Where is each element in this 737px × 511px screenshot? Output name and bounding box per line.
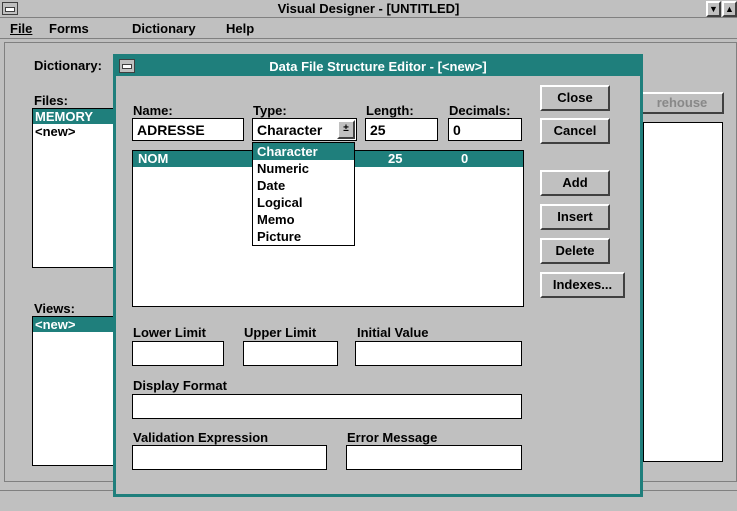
main-title-bar: Visual Designer - [UNTITLED] ▼ ▲ bbox=[0, 0, 737, 18]
upper-limit-label: Upper Limit bbox=[244, 325, 317, 340]
views-label: Views: bbox=[34, 301, 75, 316]
menu-help[interactable]: Help bbox=[226, 21, 254, 36]
initial-value-label: Initial Value bbox=[357, 325, 429, 340]
field-length-cell: 25 bbox=[388, 151, 403, 166]
length-label: Length: bbox=[366, 103, 414, 118]
dictionary-label: Dictionary: bbox=[34, 58, 102, 73]
type-label: Type: bbox=[253, 103, 287, 118]
type-select-value: Character bbox=[257, 122, 323, 138]
files-list-item[interactable]: <new> bbox=[33, 124, 121, 139]
error-message-field[interactable] bbox=[346, 445, 522, 470]
cancel-button[interactable]: Cancel bbox=[540, 118, 610, 144]
validation-expression-label: Validation Expression bbox=[133, 430, 269, 445]
files-label: Files: bbox=[34, 93, 68, 108]
dropdown-option-logical[interactable]: Logical bbox=[253, 194, 354, 211]
display-format-label: Display Format bbox=[133, 378, 227, 393]
lower-limit-label: Lower Limit bbox=[133, 325, 206, 340]
views-list-item[interactable]: <new> bbox=[33, 317, 121, 332]
name-field[interactable]: ADRESSE bbox=[132, 118, 244, 141]
dropdown-arrow-icon: ± bbox=[343, 123, 349, 134]
minimize-icon: ▼ bbox=[709, 4, 718, 14]
dialog-title: Data File Structure Editor - [<new>] bbox=[269, 59, 487, 74]
warehouse-list[interactable] bbox=[643, 122, 723, 462]
error-message-label: Error Message bbox=[347, 430, 438, 445]
views-list[interactable]: <new> bbox=[32, 316, 122, 466]
initial-value-field[interactable] bbox=[355, 341, 522, 366]
length-field[interactable]: 25 bbox=[365, 118, 438, 141]
name-label: Name: bbox=[133, 103, 173, 118]
validation-expression-field[interactable] bbox=[132, 445, 327, 470]
field-name-cell: NOM bbox=[138, 151, 169, 166]
warehouse-button[interactable]: rehouse bbox=[640, 92, 724, 114]
decimals-label: Decimals: bbox=[449, 103, 511, 118]
dropdown-option-numeric[interactable]: Numeric bbox=[253, 160, 354, 177]
add-button[interactable]: Add bbox=[540, 170, 610, 196]
dropdown-option-date[interactable]: Date bbox=[253, 177, 354, 194]
menu-dictionary[interactable]: Dictionary bbox=[132, 21, 196, 36]
dropdown-option-picture[interactable]: Picture bbox=[253, 228, 354, 245]
insert-button[interactable]: Insert bbox=[540, 204, 610, 230]
dropdown-option-character[interactable]: Character bbox=[253, 143, 354, 160]
dialog-title-bar: Data File Structure Editor - [<new>] bbox=[116, 57, 640, 76]
dropdown-option-memo[interactable]: Memo bbox=[253, 211, 354, 228]
decimals-field[interactable]: 0 bbox=[448, 118, 522, 141]
field-decimals-cell: 0 bbox=[461, 151, 469, 166]
close-button[interactable]: Close bbox=[540, 85, 610, 111]
display-format-field[interactable] bbox=[132, 394, 522, 419]
files-list-item[interactable]: MEMORY bbox=[33, 109, 121, 124]
files-list[interactable]: MEMORY <new> bbox=[32, 108, 122, 268]
type-dropdown-list[interactable]: Character Numeric Date Logical Memo Pict… bbox=[252, 142, 355, 246]
minimize-button[interactable]: ▼ bbox=[706, 1, 721, 17]
type-select[interactable]: Character ± bbox=[252, 118, 357, 141]
delete-button[interactable]: Delete bbox=[540, 238, 610, 264]
type-dropdown-button[interactable]: ± bbox=[337, 120, 355, 139]
menu-file[interactable]: File bbox=[10, 21, 32, 36]
maximize-button[interactable]: ▲ bbox=[722, 1, 737, 17]
menu-forms[interactable]: Forms bbox=[49, 21, 89, 36]
menu-bar: File Forms Dictionary Help bbox=[0, 19, 737, 39]
upper-limit-field[interactable] bbox=[243, 341, 338, 366]
indexes-button[interactable]: Indexes... bbox=[540, 272, 625, 298]
maximize-icon: ▲ bbox=[725, 4, 734, 14]
lower-limit-field[interactable] bbox=[132, 341, 224, 366]
main-window-title: Visual Designer - [UNTITLED] bbox=[277, 1, 460, 16]
